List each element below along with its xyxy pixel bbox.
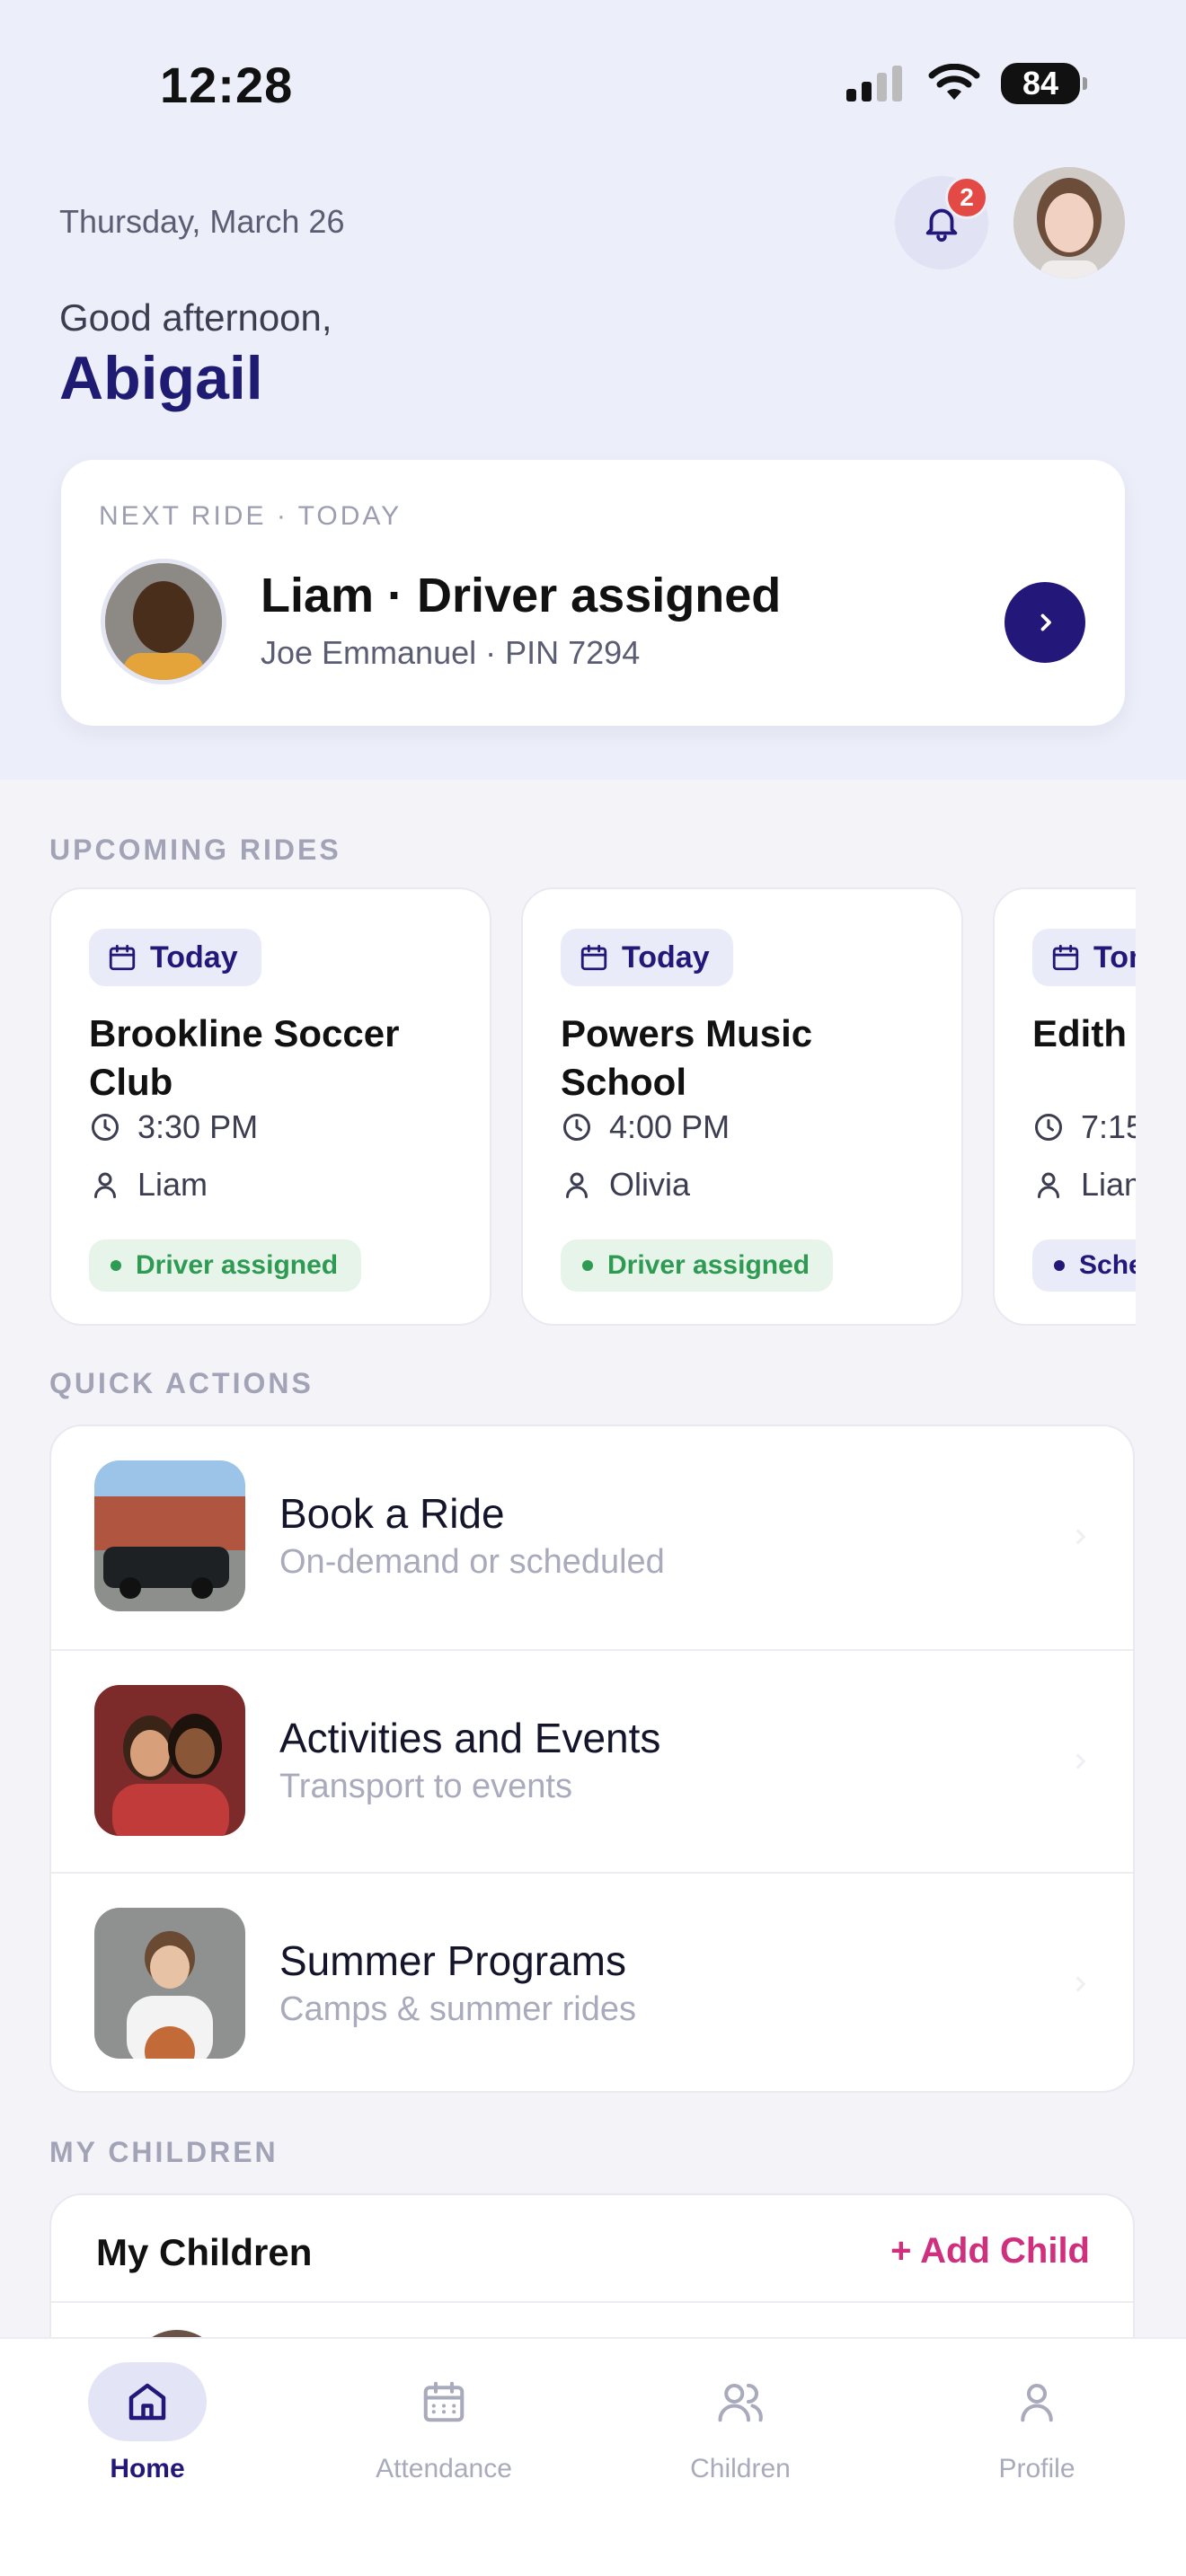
ride-day-chip: Today <box>89 929 261 986</box>
ride-time: 4:00 PM <box>609 1108 730 1145</box>
upcoming-rides-carousel[interactable]: Today Brookline Soccer Club 3:30 PM Liam… <box>0 887 1136 1326</box>
user-name: Abigail <box>59 344 263 412</box>
ride-time: 3:30 PM <box>137 1108 259 1145</box>
tab-profile[interactable]: Profile <box>929 2362 1145 2484</box>
ride-card[interactable]: Tomorrow Edith C. School 7:15 AM Liam Sc… <box>993 887 1136 1326</box>
status-time: 12:28 <box>160 57 294 113</box>
clock-icon <box>92 1114 119 1141</box>
ride-day: Today <box>150 940 238 975</box>
status-badge: Driver assigned <box>89 1239 362 1292</box>
action-title: Book a Ride <box>279 1490 505 1537</box>
my-children-label: MY CHILDREN <box>49 2136 279 2168</box>
quick-actions-list: Book a Ride On-demand or scheduled Activ… <box>49 1425 1135 2093</box>
user-avatar-image <box>1013 167 1125 278</box>
ride-child: Liam <box>137 1166 208 1203</box>
person-icon <box>566 1172 588 1198</box>
tab-label: Children <box>690 2454 791 2483</box>
clock-icon <box>563 1114 590 1141</box>
summer-programs-action[interactable]: Summer Programs Camps & summer rides <box>51 1872 1133 2091</box>
person-icon <box>1038 1172 1059 1198</box>
next-ride-open-button[interactable] <box>1005 582 1085 663</box>
chevron-right-icon <box>1075 1529 1086 1545</box>
ride-time: 7:15 AM <box>1081 1108 1136 1145</box>
book-ride-action[interactable]: Book a Ride On-demand or scheduled <box>51 1426 1133 1649</box>
tab-home[interactable]: Home <box>40 2362 255 2484</box>
home-icon <box>88 2362 207 2441</box>
users-icon <box>681 2362 800 2441</box>
ride-destination: Edith C. School <box>1032 1012 1136 1054</box>
ride-time-row: 4:00 PM <box>561 1108 730 1146</box>
status-badge: Driver assigned <box>561 1239 834 1292</box>
chevron-right-icon <box>1040 613 1051 631</box>
action-title: Activities and Events <box>279 1715 661 1761</box>
calendar-icon <box>109 944 136 971</box>
signal-icon <box>846 66 902 101</box>
ride-day: Today <box>622 940 710 975</box>
calendar-icon <box>580 944 607 971</box>
tab-label: Profile <box>998 2454 1075 2483</box>
user-avatar[interactable] <box>1013 167 1125 278</box>
action-subtitle: On-demand or scheduled <box>279 1543 665 1581</box>
ride-time-row: 3:30 PM <box>89 1108 258 1146</box>
activities-thumbnail <box>94 1685 245 1836</box>
calendar-icon <box>1052 944 1079 971</box>
next-ride-subtitle: Joe Emmanuel · PIN 7294 <box>261 634 641 671</box>
ride-time-row: 7:15 AM <box>1032 1108 1136 1146</box>
ride-destination: Powers Music School <box>561 1012 813 1103</box>
wifi-icon <box>928 64 980 100</box>
book-ride-thumbnail <box>94 1460 245 1611</box>
status-badge: Scheduled <box>1032 1239 1136 1292</box>
children-title: My Children <box>96 2231 313 2273</box>
ride-status: Scheduled <box>1079 1250 1136 1280</box>
tab-label: Home <box>110 2454 185 2483</box>
ride-status: Driver assigned <box>136 1250 339 1280</box>
person-icon <box>94 1172 116 1198</box>
ride-destination: Brookline Soccer Club <box>89 1012 400 1103</box>
quick-actions-label: QUICK ACTIONS <box>49 1367 314 1399</box>
chevron-right-icon <box>1075 1753 1086 1769</box>
next-ride-title: Liam · Driver assigned <box>261 569 782 622</box>
action-title: Summer Programs <box>279 1937 626 1984</box>
battery-indicator: 84 <box>1001 63 1087 104</box>
ride-child-row: Olivia <box>561 1166 690 1204</box>
ride-day: Tomorrow <box>1093 940 1136 975</box>
action-subtitle: Transport to events <box>279 1768 572 1805</box>
tab-children[interactable]: Children <box>633 2362 848 2484</box>
ride-status: Driver assigned <box>607 1250 810 1280</box>
driver-avatar <box>101 559 226 684</box>
ride-card[interactable]: Today Powers Music School 4:00 PM Olivia… <box>521 887 963 1326</box>
ride-child-row: Liam <box>1032 1166 1136 1204</box>
notification-badge: 2 <box>945 176 988 219</box>
clock-icon <box>1035 1114 1062 1141</box>
ride-day-chip: Tomorrow <box>1032 929 1136 986</box>
greeting-text: Good afternoon, <box>59 296 332 339</box>
ride-card[interactable]: Today Brookline Soccer Club 3:30 PM Liam… <box>49 887 491 1326</box>
status-icons: 84 <box>845 63 1087 104</box>
ride-child: Olivia <box>609 1166 691 1203</box>
next-ride-label: NEXT RIDE · TODAY <box>99 501 403 531</box>
summer-programs-thumbnail <box>94 1908 245 2059</box>
upcoming-rides-label: UPCOMING RIDES <box>49 834 341 866</box>
chevron-right-icon <box>1075 1976 1086 1992</box>
ride-child-row: Liam <box>89 1166 208 1204</box>
bottom-tab-bar: Home Attendance Children Profile <box>0 2337 1186 2576</box>
divider <box>51 2301 1133 2303</box>
tab-attendance[interactable]: Attendance <box>336 2362 552 2484</box>
next-ride-card[interactable]: NEXT RIDE · TODAY Liam · Driver assigned… <box>61 460 1125 726</box>
add-child-button[interactable]: + Add Child <box>890 2231 1090 2272</box>
activities-events-action[interactable]: Activities and Events Transport to event… <box>51 1649 1133 1872</box>
ride-day-chip: Today <box>561 929 733 986</box>
ride-child: Liam <box>1081 1166 1136 1203</box>
tab-label: Attendance <box>376 2454 512 2483</box>
person-icon <box>978 2362 1096 2441</box>
action-subtitle: Camps & summer rides <box>279 1990 636 2028</box>
current-date: Thursday, March 26 <box>59 203 345 240</box>
calendar-icon <box>385 2362 503 2441</box>
